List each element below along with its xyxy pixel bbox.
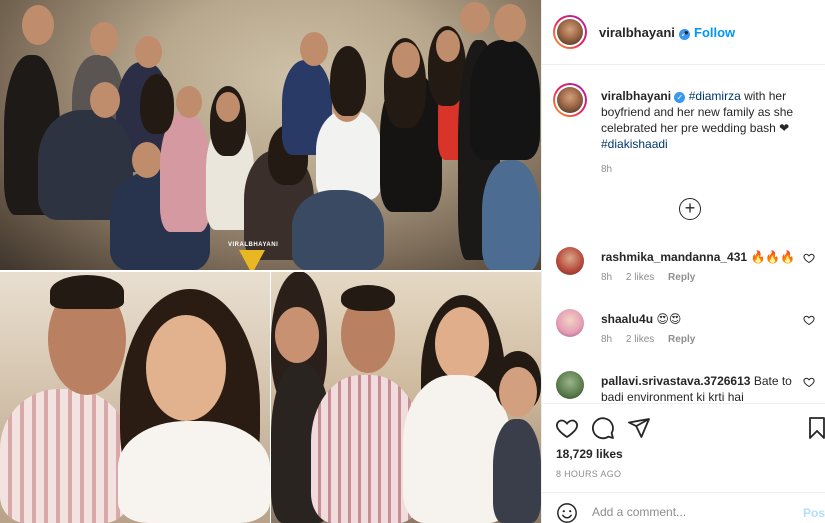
comment-username[interactable]: shaalu4u <box>601 312 653 326</box>
person-hair <box>341 285 395 311</box>
watermark-text: VIRALBHAYANI <box>228 242 279 248</box>
watermark-logo <box>239 250 265 271</box>
person-silhouette <box>292 190 384 271</box>
person-silhouette <box>493 419 541 523</box>
comment-bubble-icon[interactable] <box>591 416 615 440</box>
family-photo <box>271 271 541 523</box>
post-timestamp[interactable]: 8 HOURS AGO <box>556 469 621 479</box>
person-silhouette <box>316 110 382 200</box>
likes-count[interactable]: 18,729 likes <box>556 447 623 461</box>
comment-text: pallavi.srivastava.3726613 Bate to badi … <box>601 373 801 403</box>
caption-username[interactable]: viralbhayani <box>601 89 671 103</box>
person-silhouette <box>482 160 540 271</box>
hashtag-link[interactable]: #diakishaadi <box>601 137 668 151</box>
save-bookmark-icon[interactable] <box>805 416 825 440</box>
emoji-icon[interactable] <box>556 502 578 523</box>
person-head <box>275 307 319 363</box>
avatar[interactable] <box>556 309 584 337</box>
avatar[interactable] <box>556 247 584 275</box>
person-hair <box>50 275 124 309</box>
post-header: viralbhayani ✓ • Follow <box>542 0 825 65</box>
header-separator: • <box>684 25 689 40</box>
person-head <box>146 315 226 421</box>
person-head <box>460 2 490 34</box>
comment-username[interactable]: pallavi.srivastava.3726613 <box>601 374 750 388</box>
group-photo: VIRALBHAYANI <box>0 0 541 271</box>
person-head <box>22 5 54 45</box>
caption-timestamp[interactable]: 8h <box>601 164 612 175</box>
post-sidebar: viralbhayani ✓ • Follow viralbhayani ✓ #… <box>541 0 825 523</box>
person-head <box>132 142 162 178</box>
comment-input[interactable] <box>592 505 782 519</box>
avatar[interactable] <box>556 371 584 399</box>
comment-body: 🔥🔥🔥 <box>750 250 796 264</box>
person-head <box>436 30 460 62</box>
caption-text: viralbhayani ✓ #diamirza with her boyfri… <box>601 88 815 152</box>
like-comment-heart-icon[interactable] <box>803 314 815 326</box>
person-head <box>300 32 328 66</box>
reply-button[interactable]: Reply <box>668 272 695 283</box>
follow-button[interactable]: Follow <box>694 25 735 40</box>
person-silhouette <box>118 421 270 523</box>
person-head <box>176 86 202 118</box>
comment-likes[interactable]: 2 likes <box>626 334 654 345</box>
person-head <box>135 36 162 68</box>
comment-username[interactable]: rashmika_mandanna_431 <box>601 250 747 264</box>
like-heart-icon[interactable] <box>555 416 579 440</box>
comment-item: shaalu4u 😍😍 8h 2 likes Reply <box>542 309 825 369</box>
avatar[interactable] <box>553 15 587 49</box>
verified-badge-icon: ✓ <box>674 92 686 103</box>
reply-button[interactable]: Reply <box>668 334 695 345</box>
person-head <box>90 82 120 118</box>
comment-text: rashmika_mandanna_431 🔥🔥🔥 <box>601 249 801 265</box>
comment-meta: 8h 2 likes Reply <box>601 334 706 345</box>
share-send-icon[interactable] <box>627 416 651 440</box>
load-more-comments-button[interactable]: + <box>679 198 701 220</box>
like-comment-heart-icon[interactable] <box>803 252 815 264</box>
watermark: VIRALBHAYANI <box>228 242 279 271</box>
person-silhouette <box>0 389 130 523</box>
person-head <box>494 4 526 42</box>
collage-divider <box>270 271 271 523</box>
header-username[interactable]: viralbhayani ✓ <box>599 25 690 40</box>
person-hair <box>330 46 366 116</box>
add-comment-bar: Post <box>542 492 825 523</box>
comment-item: pallavi.srivastava.3726613 Bate to badi … <box>542 371 825 403</box>
comment-text: shaalu4u 😍😍 <box>601 311 801 327</box>
post-image-collage[interactable]: VIRALBHAYANI <box>0 0 541 523</box>
person-head <box>216 92 240 122</box>
person-head <box>499 367 537 417</box>
hashtag-link[interactable]: #diamirza <box>689 89 741 103</box>
person-silhouette <box>470 40 540 160</box>
comment-meta: 8h 2 likes Reply <box>601 272 706 283</box>
couple-photo <box>0 271 270 523</box>
avatar[interactable] <box>553 83 587 117</box>
person-head <box>435 307 489 381</box>
comment-item: rashmika_mandanna_431 🔥🔥🔥 8h 2 likes Rep… <box>542 247 825 307</box>
comment-timestamp[interactable]: 8h <box>601 334 612 345</box>
person-head <box>392 42 420 78</box>
person-head <box>90 22 118 56</box>
post-comment-button[interactable]: Post <box>803 506 825 520</box>
comment-body: 😍😍 <box>656 312 682 326</box>
header-username-text[interactable]: viralbhayani <box>599 25 675 40</box>
comment-likes[interactable]: 2 likes <box>626 272 654 283</box>
like-comment-heart-icon[interactable] <box>803 376 815 388</box>
comment-timestamp[interactable]: 8h <box>601 272 612 283</box>
person-hair <box>140 74 174 134</box>
